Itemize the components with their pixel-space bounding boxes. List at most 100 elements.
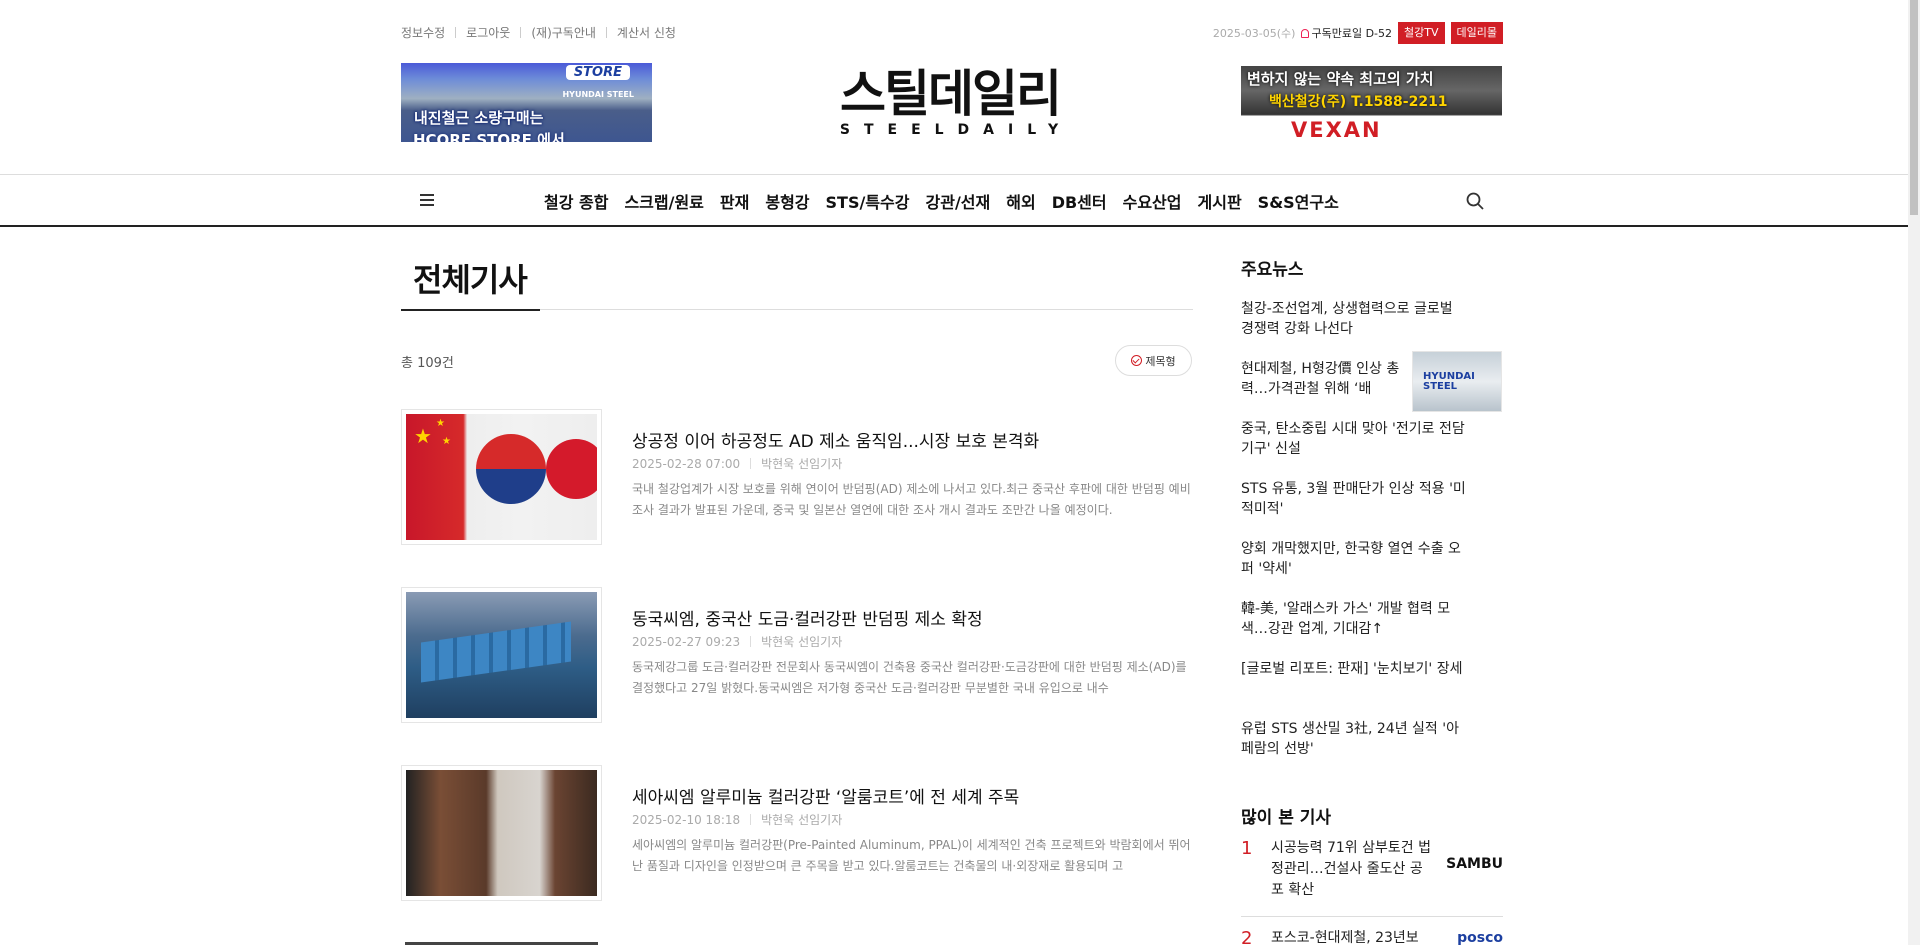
subscription-expiry: 구독만료일 D-52 <box>1311 27 1393 40</box>
scrollbar-thumb[interactable] <box>1910 0 1918 215</box>
article-thumbnail[interactable]: ★ ★ ★ <box>401 409 602 545</box>
title-view-toggle[interactable]: 제목형 <box>1115 345 1192 376</box>
article-thumbnail[interactable] <box>401 765 602 901</box>
popular-title[interactable]: 포스코-현대제철, 23년보 <box>1271 928 1431 945</box>
invoice-request-link[interactable]: 계산서 신청 <box>617 24 676 41</box>
utility-bar: 정보수정 로그아웃 (재)구독안내 계산서 신청 2025-03-05(수) 구… <box>401 22 1503 44</box>
sambu-logo: SAMBU <box>1446 856 1503 872</box>
divider <box>750 814 752 825</box>
nav-item-db-center[interactable]: DB센터 <box>1052 189 1107 213</box>
article-meta: 2025-02-10 18:18 박현욱 선임기자 <box>632 811 842 828</box>
nav-item-plate[interactable]: 판재 <box>720 189 749 213</box>
main-news-item[interactable]: 철강-조선업계, 상생협력으로 글로벌 경쟁력 강화 나선다 <box>1241 299 1456 339</box>
ad-banner-hcore-store[interactable]: STORE HYUNDAI STEEL 내진철근 소량구매는 HCORE STO… <box>401 63 652 142</box>
main-news-item[interactable]: STS 유통, 3월 판매단가 인상 적용 '미적미적' <box>1241 479 1466 519</box>
factory-roofs-shape <box>421 621 571 683</box>
popular-title[interactable]: 시공능력 71위 삼부토건 법정관리…건설사 줄도산 공포 확산 <box>1271 838 1431 901</box>
article-summary[interactable]: 국내 철강업계가 시장 보호를 위해 연이어 반덤핑(AD) 제소에 나서고 있… <box>632 479 1193 521</box>
article-author: 박현욱 선임기자 <box>761 813 843 827</box>
title-underline <box>401 309 540 311</box>
nav-item-steel-general[interactable]: 철강 종합 <box>544 189 608 213</box>
article-meta: 2025-02-28 07:00 박현욱 선임기자 <box>632 455 842 472</box>
ad-banner-vexan[interactable]: 변하지 않는 약속 최고의 가치 백산철강(주) T.1588-2211 VEX… <box>1241 66 1502 147</box>
korea-flag-shape <box>476 434 546 504</box>
nav-item-sts[interactable]: STS/특수강 <box>826 189 910 213</box>
banner-headline: 변하지 않는 약속 최고의 가치 <box>1247 70 1434 88</box>
popular-heading: 많이 본 기사 <box>1241 808 1332 828</box>
star-shape: ★ <box>436 418 445 429</box>
nav-item-research[interactable]: S&S연구소 <box>1258 189 1339 213</box>
popular-rank: 1 <box>1241 838 1253 859</box>
factory-port-image <box>406 592 597 718</box>
page-scrollbar[interactable] <box>1908 0 1920 945</box>
main-nav: 철강 종합 스크랩/원료 판재 봉형강 STS/특수강 강관/선재 해외 DB센… <box>0 174 1908 227</box>
banner-phone: 백산철강(주) T.1588-2211 <box>1269 94 1448 110</box>
nav-item-demand-industry[interactable]: 수요산업 <box>1123 189 1182 213</box>
subscription-status: 구독만료일 D-52 <box>1301 25 1392 41</box>
popular-item[interactable]: 1 시공능력 71위 삼부토건 법정관리…건설사 줄도산 공포 확산 SAMBU <box>1241 838 1503 904</box>
banner-headline: 내진철근 소량구매는 <box>414 109 544 127</box>
article-title[interactable]: 동국씨엠, 중국산 도금·컬러강판 반덤핑 제소 확정 <box>632 605 983 630</box>
hyundai-steel-logo: HYUNDAI STEEL <box>562 90 634 99</box>
flags-image: ★ ★ ★ <box>406 414 597 540</box>
divider <box>520 27 522 38</box>
banner-store-label: STORE <box>565 65 630 80</box>
nav-item-overseas[interactable]: 해외 <box>1006 189 1035 213</box>
japan-flag-shape <box>546 439 597 499</box>
nav-item-scrap[interactable]: 스크랩/원료 <box>624 189 703 213</box>
main-news-item[interactable]: 중국, 탄소중립 시대 맞아 '전기로 전담기구' 신설 <box>1241 419 1466 459</box>
logout-link[interactable]: 로그아웃 <box>466 24 510 41</box>
bell-icon <box>1301 28 1310 38</box>
star-shape: ★ <box>414 424 432 448</box>
main-news-item[interactable]: 양회 개막했지만, 한국향 열연 수출 오퍼 '약세' <box>1241 539 1466 579</box>
edit-profile-link[interactable]: 정보수정 <box>401 24 445 41</box>
divider <box>1241 916 1503 917</box>
article-count: 총 109건 <box>401 356 454 371</box>
main-news-item[interactable]: 현대제철, H형강價 인상 총력…가격관철 위해 ‘배 <box>1241 359 1401 399</box>
popular-rank: 2 <box>1241 928 1253 945</box>
daily-mall-button[interactable]: 데일리몰 <box>1450 22 1503 44</box>
article-author: 박현욱 선임기자 <box>761 635 843 649</box>
main-news-item[interactable]: 韓-美, '알래스카 가스' 개발 협력 모색…강관 업계, 기대감↑ <box>1241 599 1471 639</box>
divider <box>455 27 457 38</box>
article-item[interactable]: 동국씨엠, 중국산 도금·컬러강판 반덤핑 제소 확정 2025-02-27 0… <box>401 587 1193 723</box>
posco-logo: posco <box>1457 930 1503 945</box>
main-news-item[interactable]: [글로벌 리포트: 판재] '눈치보기' 장세 <box>1241 659 1466 679</box>
popular-item[interactable]: 2 포스코-현대제철, 23년보 posco <box>1241 928 1503 945</box>
check-icon <box>1131 355 1143 366</box>
current-date: 2025-03-05(수) <box>1212 27 1296 40</box>
utility-right: 2025-03-05(수) 구독만료일 D-52 철강TV 데일리몰 <box>1213 22 1503 44</box>
article-summary[interactable]: 동국제강그룹 도금·컬러강판 전문회사 동국씨엠이 건축용 중국산 컬러강판·도… <box>632 657 1193 699</box>
article-date: 2025-02-27 09:23 <box>632 634 741 649</box>
vexan-logo: VEXAN <box>1291 118 1382 142</box>
article-date: 2025-02-10 18:18 <box>632 812 741 827</box>
divider <box>750 636 752 647</box>
divider <box>750 458 752 469</box>
nav-item-long-products[interactable]: 봉형강 <box>765 189 809 213</box>
color-panel-image <box>406 770 597 896</box>
steel-tv-button[interactable]: 철강TV <box>1398 22 1445 44</box>
article-summary[interactable]: 세아씨엠의 알루미늄 컬러강판(Pre-Painted Aluminum, PP… <box>632 835 1193 877</box>
menu-icon[interactable] <box>420 194 434 206</box>
subscription-info-link[interactable]: (재)구독안내 <box>531 24 596 41</box>
nav-item-pipe-wire[interactable]: 강관/선재 <box>926 189 991 213</box>
article-item[interactable]: 세아씨엠 알루미늄 컬러강판 ‘알룸코트’에 전 세계 주목 2025-02-1… <box>401 765 1193 901</box>
hyundai-steel-logo: HYUNDAI STEEL <box>1423 371 1475 392</box>
main-news-heading: 주요뉴스 <box>1241 260 1304 280</box>
article-author: 박현욱 선임기자 <box>761 457 843 471</box>
banner-subline: HCORE STORE 에서 <box>413 131 565 142</box>
article-meta: 2025-02-27 09:23 박현욱 선임기자 <box>632 633 842 650</box>
nav-item-board[interactable]: 게시판 <box>1198 189 1242 213</box>
main-news-item[interactable]: 유럽 STS 생산밀 3社, 24년 실적 '아페람의 선방' <box>1241 719 1466 759</box>
nav-menu: 철강 종합 스크랩/원료 판재 봉형강 STS/특수강 강관/선재 해외 DB센… <box>544 175 1339 226</box>
view-toggle-label: 제목형 <box>1145 354 1176 368</box>
article-item[interactable]: ★ ★ ★ 상공정 이어 하공정도 AD 제소 움직임...시장 보호 본격화 … <box>401 409 1193 545</box>
site-logo[interactable]: 스틸데일리 STEELDAILY <box>800 64 1100 144</box>
article-title[interactable]: 세아씨엠 알루미늄 컬러강판 ‘알룸코트’에 전 세계 주목 <box>632 783 1019 808</box>
main-news-thumbnail[interactable]: HYUNDAI STEEL <box>1412 351 1502 412</box>
article-thumbnail[interactable] <box>401 587 602 723</box>
logo-korean: 스틸데일리 <box>840 65 1062 123</box>
star-shape: ★ <box>442 436 451 447</box>
article-title[interactable]: 상공정 이어 하공정도 AD 제소 움직임...시장 보호 본격화 <box>632 427 1039 452</box>
search-icon[interactable] <box>1466 192 1484 210</box>
